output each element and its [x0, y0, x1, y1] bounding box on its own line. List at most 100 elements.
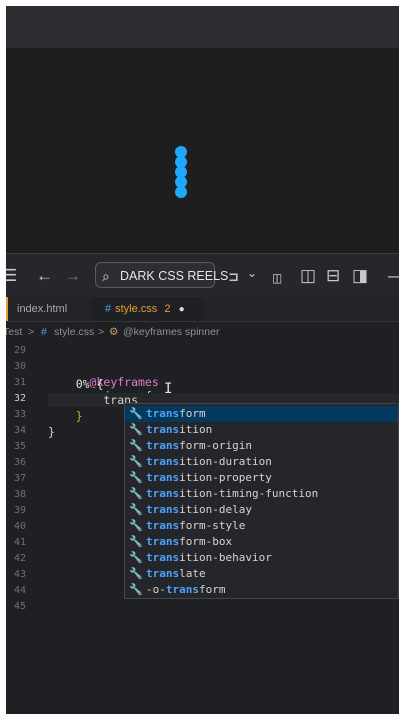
tab-label: style.css: [115, 303, 158, 315]
animation-preview: [6, 48, 399, 253]
text-cursor-icon: I: [164, 381, 173, 397]
screen-frame: ☰ ← → ⌕ DARK CSS REELS ߏ ⌄ ▯▯ ◫ ⊟ ◨ — in…: [6, 6, 399, 714]
suggestion-rest: form-style: [179, 519, 246, 532]
line-number: 40: [13, 521, 26, 532]
suggestion-match: trans: [146, 423, 180, 436]
suggestion-item[interactable]: 🔧 translate: [125, 566, 398, 582]
spinner-dot: [175, 186, 187, 198]
suggestion-item[interactable]: 🔧 transform-box: [125, 534, 398, 550]
wrench-icon: 🔧: [129, 567, 143, 580]
chevron-right-icon: >: [98, 326, 105, 338]
command-center-search[interactable]: ⌕ DARK CSS REELS: [95, 262, 228, 288]
autocomplete-suggestions[interactable]: 🔧 transform 🔧 transition 🔧 transform-origin…: [124, 403, 399, 599]
line-number: 44: [13, 585, 26, 596]
suggestion-match: trans: [146, 439, 180, 452]
suggestion-match: trans: [146, 455, 180, 468]
suggestion-rest: form: [179, 407, 206, 420]
suggestion-match: trans: [146, 487, 180, 500]
suggestion-rest: ition-delay: [179, 503, 252, 516]
chevron-right-icon: >: [28, 326, 35, 338]
suggestion-rest: ition: [179, 423, 213, 436]
wrench-icon: 🔧: [129, 487, 143, 500]
breadcrumb-file[interactable]: style.css: [54, 321, 94, 343]
toggle-secondary-sidebar-icon[interactable]: ◨: [352, 267, 368, 285]
wrench-icon: 🔧: [129, 519, 143, 532]
unsaved-dot-icon[interactable]: ●: [179, 304, 185, 315]
suggestion-match: trans: [146, 471, 180, 484]
line-number: 39: [13, 505, 26, 516]
problem-count-badge: 2: [164, 303, 171, 315]
line-number: 42: [13, 553, 26, 564]
search-icon: ⌕: [102, 268, 110, 284]
suggestion-rest: form: [199, 583, 226, 596]
layout-controls-icon[interactable]: ▯▯: [272, 269, 282, 287]
line-number: 45: [13, 601, 26, 612]
wrench-icon: 🔧: [129, 423, 143, 436]
tab-style-css[interactable]: # style.css 2 ●: [92, 297, 202, 321]
wrench-icon: 🔧: [129, 551, 143, 564]
code-line: }: [48, 409, 83, 423]
code-line: 0% {: [48, 377, 104, 391]
suggestion-item[interactable]: 🔧 transition-behavior: [125, 550, 398, 566]
wrench-icon: 🔧: [129, 583, 143, 596]
suggestion-rest: ition-timing-function: [179, 487, 319, 500]
breadcrumb-symbol[interactable]: @keyframes spinner: [123, 321, 219, 343]
symbol-icon: ⚙: [109, 326, 119, 338]
suggestion-match: trans: [146, 407, 180, 420]
suggestion-rest: late: [179, 567, 206, 580]
suggestion-item[interactable]: 🔧 transition-delay: [125, 502, 398, 518]
line-number: 29: [13, 345, 26, 356]
css-file-icon: #: [41, 326, 47, 338]
suggestion-match: trans: [165, 583, 199, 596]
chevron-down-icon[interactable]: ⌄: [247, 264, 257, 282]
toggle-panel-icon[interactable]: ⊟: [326, 267, 340, 285]
line-number: 32: [13, 393, 26, 404]
menu-icon[interactable]: ☰: [6, 267, 17, 285]
line-number: 38: [13, 489, 26, 500]
suggestion-prefix: -o-: [146, 583, 166, 596]
suggestion-rest: form-box: [179, 535, 233, 548]
suggestion-item[interactable]: 🔧 transition-property: [125, 470, 398, 486]
suggestion-rest: form-origin: [179, 439, 252, 452]
suggestion-match: trans: [146, 567, 180, 580]
tab-label: index.html: [17, 303, 68, 315]
suggestion-match: trans: [146, 551, 180, 564]
line-number: 35: [13, 441, 26, 452]
line-number: 33: [13, 409, 26, 420]
breadcrumb-folder[interactable]: Test: [6, 321, 22, 343]
breadcrumb: Test > # style.css > ⚙ @keyframes spinne…: [6, 321, 399, 343]
suggestion-rest: ition-behavior: [179, 551, 272, 564]
line-number: 31: [13, 377, 26, 388]
tab-index-html[interactable]: index.html: [6, 297, 90, 321]
line-number: 37: [13, 473, 26, 484]
title-toolbar: ☰ ← → ⌕ DARK CSS REELS ߏ ⌄ ▯▯ ◫ ⊟ ◨ —: [6, 253, 399, 298]
css-file-icon: #: [105, 303, 112, 315]
suggestion-match: trans: [146, 519, 180, 532]
code-line: }: [48, 425, 55, 439]
suggestion-item[interactable]: 🔧 transition: [125, 422, 398, 438]
wrench-icon: 🔧: [129, 407, 143, 420]
suggestion-item[interactable]: 🔧 transform: [125, 406, 398, 422]
forward-arrow-icon[interactable]: →: [64, 267, 81, 285]
minimize-icon[interactable]: —: [388, 267, 399, 285]
suggestion-item[interactable]: 🔧 transition-timing-function: [125, 486, 398, 502]
top-bar: [6, 6, 399, 48]
suggestion-rest: ition-property: [179, 471, 272, 484]
wrench-icon: 🔧: [129, 535, 143, 548]
wrench-icon: 🔧: [129, 455, 143, 468]
line-number: 34: [13, 425, 26, 436]
toggle-sidebar-icon[interactable]: ◫: [300, 267, 316, 285]
copilot-icon[interactable]: ߏ: [228, 267, 239, 285]
line-number: 36: [13, 457, 26, 468]
back-arrow-icon[interactable]: ←: [36, 267, 53, 285]
suggestion-item[interactable]: 🔧 transition-duration: [125, 454, 398, 470]
wrench-icon: 🔧: [129, 471, 143, 484]
suggestion-item[interactable]: 🔧 transform-origin: [125, 438, 398, 454]
suggestion-item[interactable]: 🔧 transform-style: [125, 518, 398, 534]
suggestion-match: trans: [146, 535, 180, 548]
suggestion-item[interactable]: 🔧 -o-transform: [125, 582, 398, 598]
line-number: 30: [13, 361, 26, 372]
search-label: DARK CSS REELS: [120, 269, 229, 283]
wrench-icon: 🔧: [129, 439, 143, 452]
wrench-icon: 🔧: [129, 503, 143, 516]
